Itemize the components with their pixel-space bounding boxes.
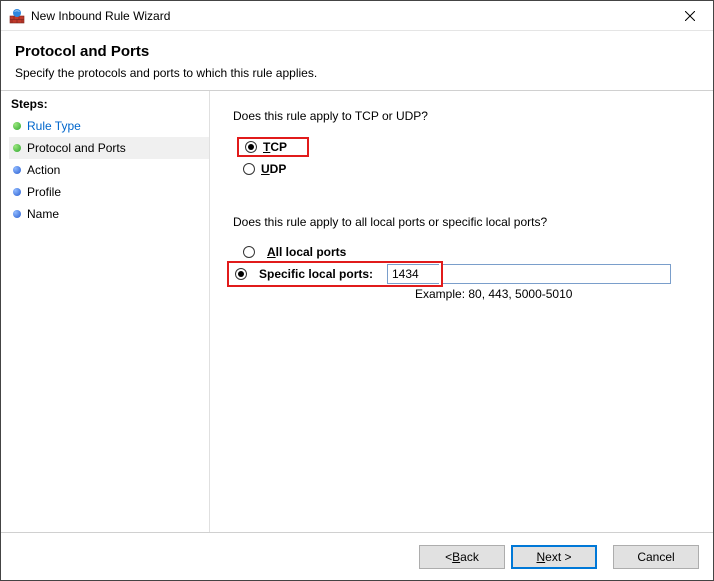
step-bullet-icon xyxy=(13,188,21,196)
step-label: Rule Type xyxy=(27,119,81,133)
radio-specific-ports-label: Specific local ports: xyxy=(259,267,387,281)
main-panel: Does this rule apply to TCP or UDP? TCP … xyxy=(209,91,713,532)
body: Steps: Rule Type Protocol and Ports Acti… xyxy=(1,90,713,532)
question-ports: Does this rule apply to all local ports … xyxy=(233,215,693,229)
step-bullet-icon xyxy=(13,122,21,130)
port-example: Example: 80, 443, 5000-5010 xyxy=(243,287,693,301)
step-rule-type[interactable]: Rule Type xyxy=(9,115,209,137)
page-subtitle: Specify the protocols and ports to which… xyxy=(15,66,699,80)
radio-row-udp: UDP xyxy=(233,159,693,179)
footer: < Back Next > Cancel xyxy=(1,532,713,580)
close-button[interactable] xyxy=(667,1,713,31)
page-header: Protocol and Ports Specify the protocols… xyxy=(1,31,713,90)
ports-group: All local ports Specific local ports: Ex… xyxy=(233,241,693,301)
question-protocol: Does this rule apply to TCP or UDP? xyxy=(233,109,693,123)
radio-row-all-ports: All local ports xyxy=(243,241,693,263)
highlight-specific-ports: Specific local ports: xyxy=(227,261,443,287)
step-action[interactable]: Action xyxy=(9,159,209,181)
step-bullet-icon xyxy=(13,144,21,152)
step-name[interactable]: Name xyxy=(9,203,209,225)
page-title: Protocol and Ports xyxy=(15,43,699,60)
radio-tcp[interactable] xyxy=(245,141,257,153)
titlebar: New Inbound Rule Wizard xyxy=(1,1,713,31)
port-input-highlighted[interactable] xyxy=(387,264,439,284)
radio-all-ports-label: All local ports xyxy=(267,245,346,259)
radio-tcp-label: TCP xyxy=(263,140,287,154)
cancel-button[interactable]: Cancel xyxy=(613,545,699,569)
step-label: Protocol and Ports xyxy=(27,141,126,155)
step-profile[interactable]: Profile xyxy=(9,181,209,203)
step-label: Profile xyxy=(27,185,61,199)
step-label: Action xyxy=(27,163,60,177)
firewall-icon xyxy=(9,8,25,24)
window-title: New Inbound Rule Wizard xyxy=(31,9,667,23)
step-protocol-ports[interactable]: Protocol and Ports xyxy=(9,137,209,159)
highlight-tcp: TCP xyxy=(237,137,309,157)
wizard-window: New Inbound Rule Wizard Protocol and Por… xyxy=(0,0,714,581)
radio-udp-label: UDP xyxy=(261,162,286,176)
close-icon xyxy=(685,11,695,21)
step-bullet-icon xyxy=(13,210,21,218)
radio-udp[interactable] xyxy=(243,163,255,175)
radio-all-ports[interactable] xyxy=(243,246,255,258)
radio-row-specific-ports: Specific local ports: xyxy=(227,263,693,285)
steps-title: Steps: xyxy=(9,97,209,111)
back-button[interactable]: < Back xyxy=(419,545,505,569)
port-input[interactable] xyxy=(443,264,671,284)
step-label: Name xyxy=(27,207,59,221)
next-button[interactable]: Next > xyxy=(511,545,597,569)
steps-sidebar: Steps: Rule Type Protocol and Ports Acti… xyxy=(1,91,209,532)
step-bullet-icon xyxy=(13,166,21,174)
radio-specific-ports[interactable] xyxy=(235,268,247,280)
